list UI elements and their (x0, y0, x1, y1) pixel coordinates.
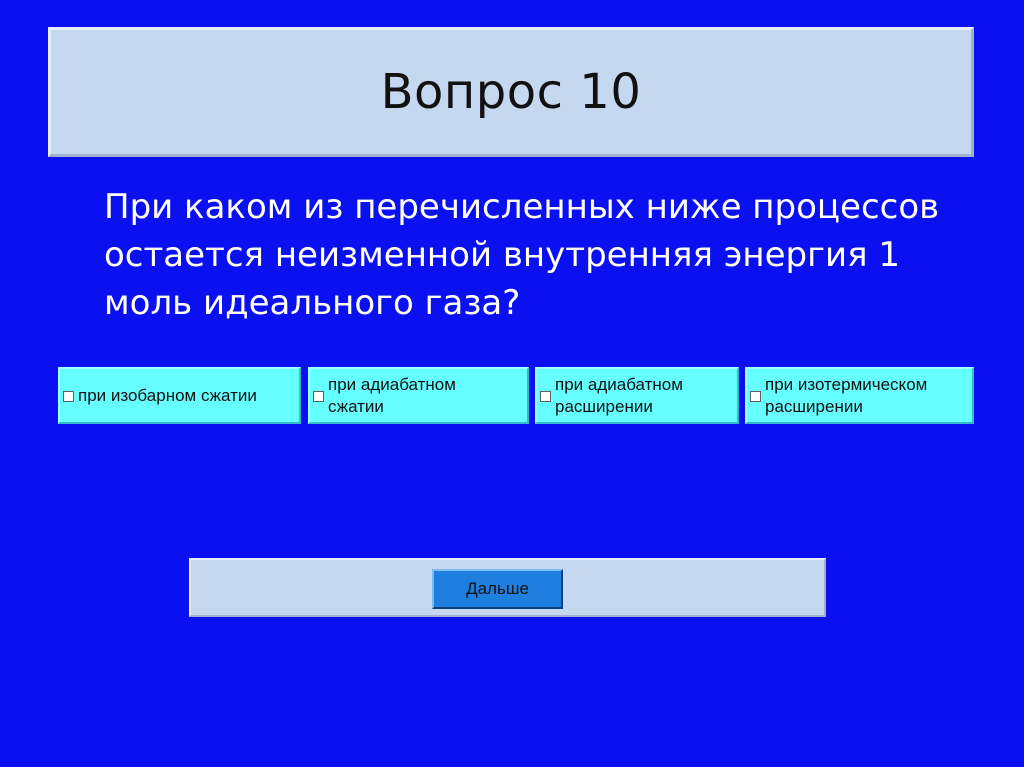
checkbox-icon[interactable] (750, 391, 761, 402)
navigation-panel: Дальше (189, 558, 826, 617)
answer-option-label[interactable]: при изотермическом расширении (765, 374, 970, 418)
checkbox-icon[interactable] (63, 391, 74, 402)
checkbox-icon[interactable] (540, 391, 551, 402)
answer-option-1[interactable]: при изобарном сжатии (58, 367, 301, 424)
answer-option-3[interactable]: при адиабатном расширении (535, 367, 739, 424)
next-button[interactable]: Дальше (432, 569, 563, 609)
page-title: Вопрос 10 (380, 64, 642, 120)
title-panel: Вопрос 10 (48, 27, 974, 157)
answer-option-4[interactable]: при изотермическом расширении (745, 367, 974, 424)
answer-option-label[interactable]: при адиабатном расширении (555, 374, 715, 418)
question-text: При каком из перечисленных ниже процессо… (104, 187, 940, 323)
answer-option-2[interactable]: при адиабатном сжатии (308, 367, 529, 424)
answer-option-label[interactable]: при адиабатном сжатии (328, 374, 498, 418)
checkbox-icon[interactable] (313, 391, 324, 402)
answer-option-label[interactable]: при изобарном сжатии (78, 385, 257, 407)
